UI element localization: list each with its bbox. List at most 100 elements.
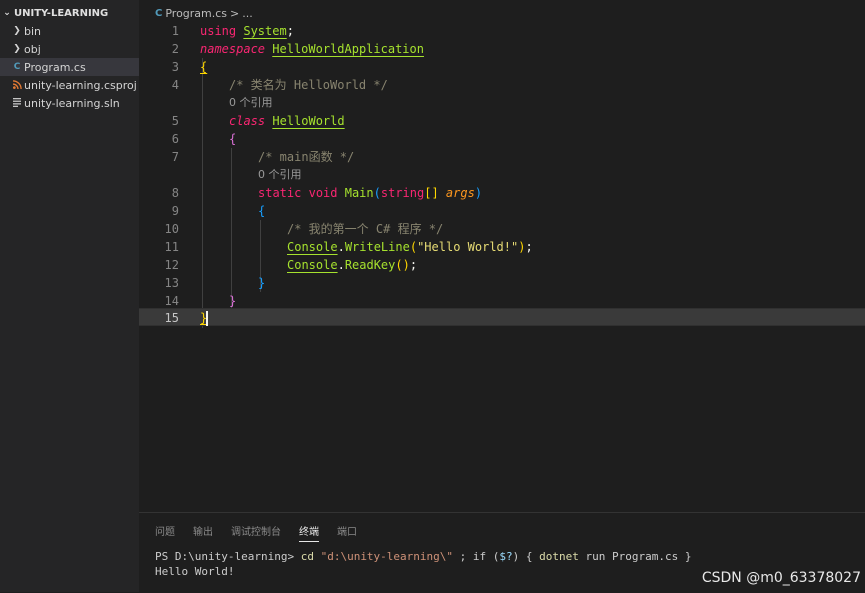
line-text: static void Main(string[] args) — [258, 184, 482, 202]
tab-terminal[interactable]: 终端 — [299, 523, 319, 542]
terminal-text: ; if ( — [453, 550, 500, 563]
watermark: CSDN @m0_63378027 — [701, 570, 861, 586]
line-text: Console.WriteLine("Hello World!"); — [287, 238, 533, 256]
panel-tabs: 问题 输出 调试控制台 终端 端口 — [155, 523, 357, 542]
code-line: 5 class HelloWorld — [139, 112, 865, 130]
codelens-references[interactable]: 0 个引用 — [258, 166, 302, 184]
method-name: ReadKey — [344, 258, 396, 272]
class-name: Console — [287, 258, 338, 272]
sidebar-item-csproj[interactable]: unity-learning.csproj — [0, 76, 139, 94]
codelens-references[interactable]: 0 个引用 — [229, 94, 273, 112]
sidebar-item-sln[interactable]: unity-learning.sln — [0, 94, 139, 112]
keyword: string — [380, 186, 425, 200]
breadcrumb-separator: > — [230, 6, 240, 20]
file-lines-icon — [10, 98, 24, 108]
keyword: namespace — [200, 42, 266, 56]
code-line: 6 { — [139, 130, 865, 148]
parameter: args — [445, 186, 475, 200]
paren: ) — [474, 186, 483, 200]
line-text: Console.ReadKey(); — [287, 256, 417, 274]
terminal-variable: $? — [499, 550, 513, 563]
code-line: 10 /* 我的第一个 C# 程序 */ — [139, 220, 865, 238]
paren: () — [395, 258, 410, 272]
line-number: 2 — [171, 42, 179, 56]
terminal-prompt: PS D:\unity-learning> — [155, 550, 295, 563]
line-number: 1 — [171, 24, 179, 38]
bracket: [] — [424, 186, 439, 200]
code-line: 7 /* main函数 */ — [139, 148, 865, 166]
terminal-output[interactable]: PS D:\unity-learning> cd "d:\unity-learn… — [155, 549, 691, 579]
explorer-root-folder[interactable]: ⌄ UNITY-LEARNING — [0, 4, 139, 22]
namespace-name: HelloWorldApplication — [272, 42, 424, 56]
terminal-result: Hello World! — [155, 565, 235, 578]
comment: /* main函数 */ — [258, 150, 355, 164]
keyword: using — [200, 24, 237, 38]
sidebar-item-label: Program.cs — [24, 60, 86, 74]
comment: /* 我的第一个 C# 程序 */ — [287, 222, 444, 236]
breadcrumb[interactable]: C Program.cs > ... — [155, 4, 253, 22]
class-name: Console — [287, 240, 338, 254]
punctuation: ; — [525, 240, 533, 254]
line-number: 15 — [164, 311, 179, 325]
code-line: 4 /* 类名为 HelloWorld */ — [139, 76, 865, 94]
punctuation: . — [337, 258, 345, 272]
current-line: 15 } — [139, 308, 865, 326]
sidebar-item-label: obj — [24, 42, 41, 56]
class-name: HelloWorld — [272, 114, 345, 128]
line-number: 7 — [171, 150, 179, 164]
csharp-file-icon: C — [13, 62, 21, 72]
chevron-right-icon: ❯ — [13, 26, 21, 36]
line-number: 9 — [171, 204, 179, 218]
punctuation: . — [337, 240, 345, 254]
chevron-down-icon: ⌄ — [3, 8, 11, 18]
terminal-text: run Program.cs } — [578, 550, 692, 563]
rss-icon — [10, 80, 24, 90]
brace: { — [200, 60, 208, 74]
brace: } — [258, 276, 266, 290]
terminal-command: cd — [300, 550, 314, 563]
terminal-command: dotnet — [539, 550, 579, 563]
method-name: Main — [344, 186, 374, 200]
sidebar-item-label: bin — [24, 24, 42, 38]
tab-debug-console[interactable]: 调试控制台 — [231, 523, 281, 542]
comment: /* 类名为 HelloWorld */ — [229, 78, 388, 92]
line-text: namespace HelloWorldApplication — [200, 40, 424, 58]
breadcrumb-file[interactable]: Program.cs — [165, 7, 227, 20]
terminal-text: ) { — [512, 550, 540, 563]
code-line: 12 Console.ReadKey(); — [139, 256, 865, 274]
tab-ports[interactable]: 端口 — [337, 523, 357, 542]
string: "Hello World!" — [417, 240, 519, 254]
code-line: 8 static void Main(string[] args) — [139, 184, 865, 202]
line-number: 5 — [171, 114, 179, 128]
punctuation: ; — [286, 24, 294, 38]
terminal-argument: "d:\unity-learning\" — [320, 550, 454, 563]
line-text: class HelloWorld — [229, 112, 345, 130]
namespace-name: System — [243, 24, 287, 38]
code-line: 2 namespace HelloWorldApplication — [139, 40, 865, 58]
text-cursor — [206, 311, 209, 326]
line-text: using System; — [200, 22, 294, 40]
editor-area: C Program.cs > ... 1 using System; 2 nam… — [139, 0, 865, 592]
line-text: } — [200, 309, 209, 327]
csharp-file-icon: C — [155, 7, 163, 19]
sidebar-item-program-cs[interactable]: C Program.cs — [0, 58, 139, 76]
code-line: 11 Console.WriteLine("Hello World!"); — [139, 238, 865, 256]
sidebar-item-label: unity-learning.sln — [24, 96, 120, 110]
method-name: WriteLine — [344, 240, 410, 254]
line-number: 3 — [171, 60, 179, 74]
breadcrumb-more[interactable]: ... — [242, 7, 253, 20]
sidebar-item-bin[interactable]: ❯ bin — [0, 22, 139, 40]
tab-output[interactable]: 输出 — [193, 523, 213, 542]
brace: { — [229, 132, 237, 146]
tab-problems[interactable]: 问题 — [155, 523, 175, 542]
line-number: 12 — [164, 258, 179, 272]
keyword: class — [229, 114, 266, 128]
code-line: 13 } — [139, 274, 865, 292]
chevron-right-icon: ❯ — [13, 44, 21, 54]
paren: ( — [409, 240, 418, 254]
line-number: 4 — [171, 78, 179, 92]
brace: { — [258, 204, 266, 218]
line-number: 10 — [164, 222, 179, 236]
line-number: 13 — [164, 276, 179, 290]
sidebar-item-obj[interactable]: ❯ obj — [0, 40, 139, 58]
